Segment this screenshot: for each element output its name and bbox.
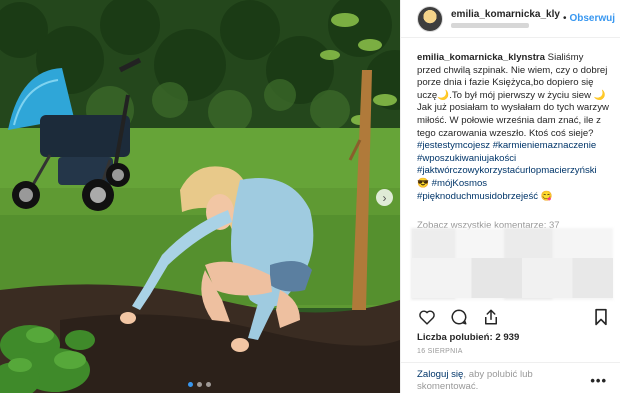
post-sidebar: emilia_komarnicka_kly • Obserwuj emilia_… [400, 0, 620, 393]
carousel-dot [188, 382, 193, 387]
caption-username[interactable]: emilia_komarnicka_klynstra [417, 52, 545, 63]
share-icon [485, 309, 497, 325]
carousel-dot [206, 382, 211, 387]
likes-count[interactable]: Liczba polubień: 2 939 [417, 332, 519, 343]
divider [401, 362, 620, 363]
carousel-dot [197, 382, 202, 387]
separator-dot: • [562, 13, 567, 24]
save-button[interactable] [591, 307, 611, 327]
instagram-post: › emilia_komarnicka_kly • Obserwuj emili… [0, 0, 620, 393]
hashtag[interactable]: #mójKosmos [432, 178, 487, 189]
hashtag[interactable]: #pięknoduchmusidobrzejeść [417, 191, 538, 202]
hashtag[interactable]: #jaktwórczowykorzystaćurlopmacierzyński [417, 165, 597, 176]
more-options-icon[interactable]: ••• [590, 373, 607, 388]
post-photo[interactable]: › [0, 0, 400, 393]
garden-photo-illustration [0, 0, 400, 393]
post-caption: emilia_komarnicka_klynstra Sialiśmy prze… [417, 52, 609, 203]
action-bar [417, 306, 611, 328]
chevron-right-icon: › [382, 190, 387, 205]
hashtag[interactable]: #wposzukiwaniujakości [417, 153, 516, 164]
bookmark-icon [595, 308, 607, 326]
header-username[interactable]: emilia_komarnicka_kly [451, 9, 560, 20]
carousel-indicator [188, 382, 211, 387]
post-header: emilia_komarnicka_kly • Obserwuj [401, 0, 620, 38]
share-button[interactable] [481, 307, 501, 327]
heart-icon [419, 310, 435, 325]
comment-icon [451, 309, 467, 325]
hashtag[interactable]: #karmieniemaznaczenie [493, 140, 596, 151]
login-link[interactable]: Zaloguj się [417, 369, 463, 380]
header-user: emilia_komarnicka_kly [451, 9, 560, 28]
post-date: 16 SIERPNIA [417, 348, 463, 355]
location-placeholder [451, 23, 529, 28]
yum-emoji: 😋 [540, 190, 553, 202]
hashtag[interactable]: #jestestymcojesz [417, 140, 490, 151]
comment-button[interactable] [449, 307, 469, 327]
caption-text: Sialiśmy przed chwilą szpinak. Nie wiem,… [417, 52, 609, 139]
avatar[interactable] [417, 5, 443, 32]
next-photo-button[interactable]: › [376, 189, 393, 206]
blurred-comments [411, 258, 613, 298]
sunglasses-emoji: 😎 [417, 177, 429, 189]
follow-button[interactable]: Obserwuj [569, 13, 615, 24]
login-prompt: Zaloguj się, aby polubić lub skomentować… [417, 369, 567, 393]
like-button[interactable] [417, 307, 437, 327]
